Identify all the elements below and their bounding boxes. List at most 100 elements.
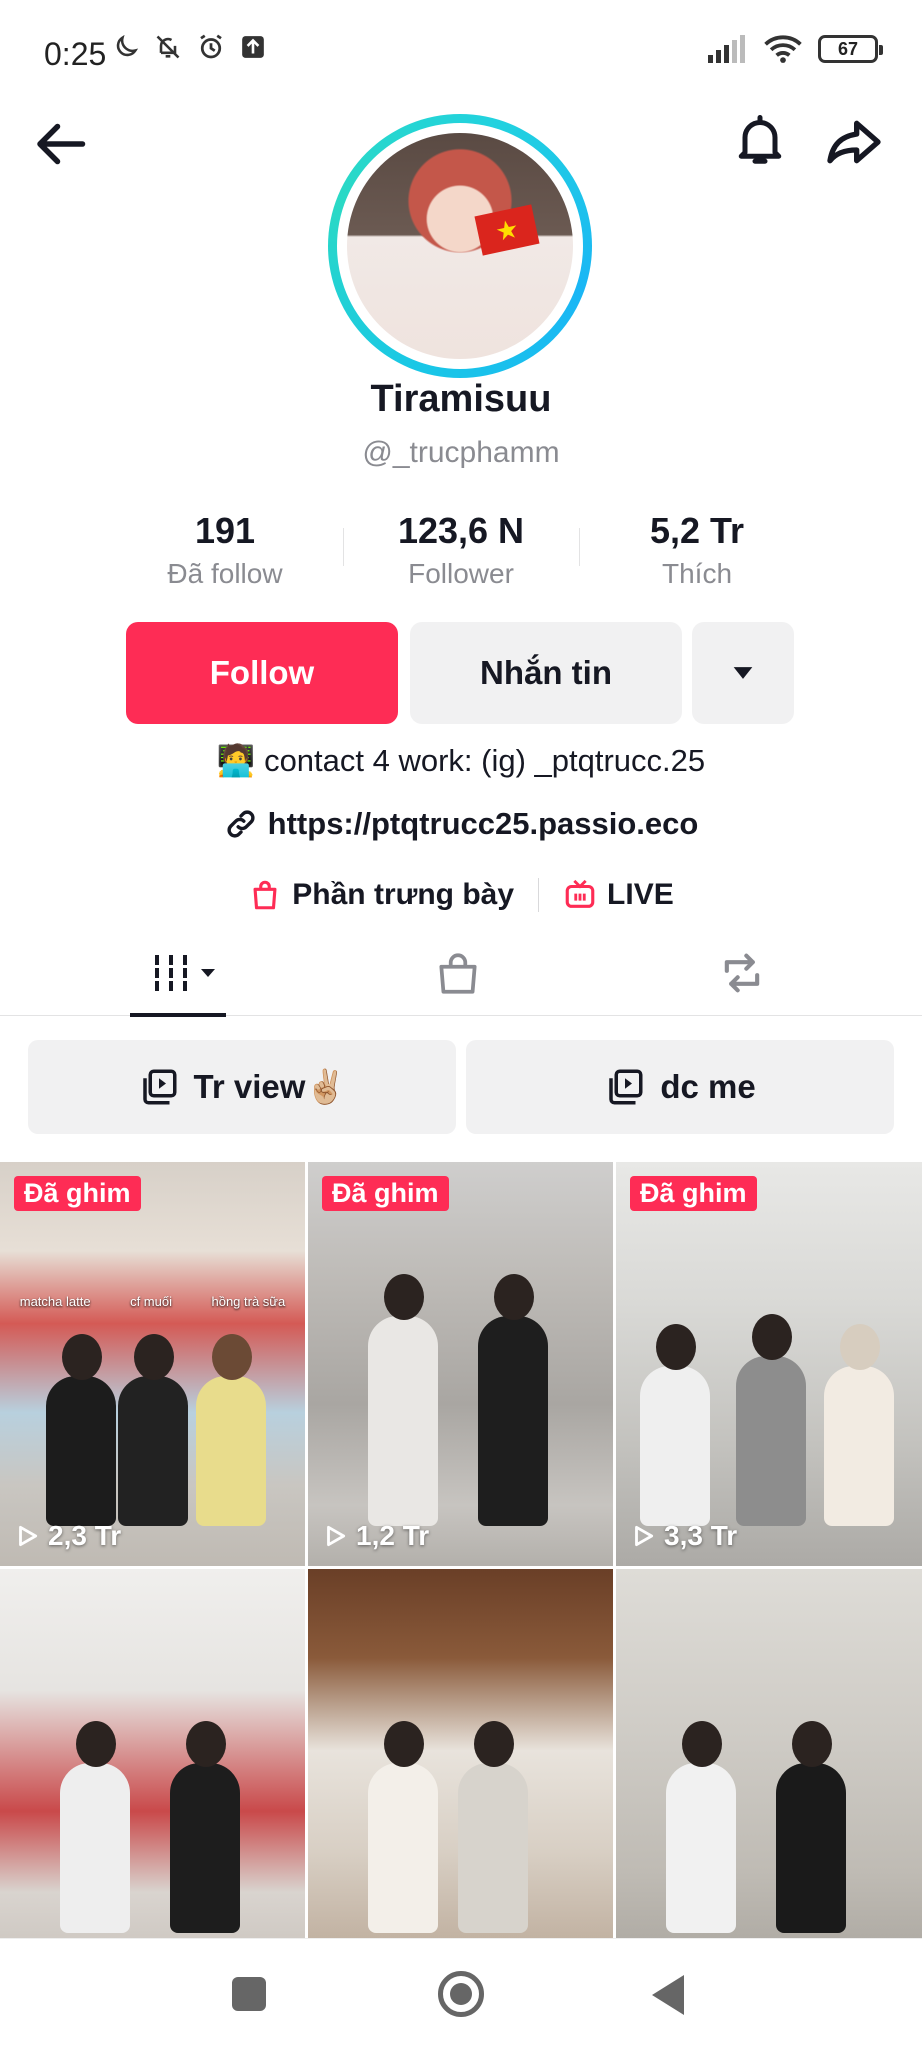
playlist-button[interactable]: dc me <box>466 1040 894 1134</box>
play-outline-icon <box>635 1525 654 1547</box>
video-thumbnail[interactable]: Đã ghim 3,3 Tr <box>616 1162 922 1566</box>
video-figure <box>478 1316 548 1526</box>
video-figure-head <box>494 1274 534 1320</box>
video-figure-head <box>62 1334 102 1380</box>
video-figure <box>118 1376 188 1526</box>
grid-icon <box>149 955 215 991</box>
pinned-badge: Đã ghim <box>322 1176 449 1211</box>
bell-icon <box>738 115 782 164</box>
video-figure <box>666 1763 736 1933</box>
username: @_trucphamm <box>362 436 560 469</box>
shopping-bag-icon <box>253 880 277 910</box>
tab-reposts[interactable] <box>682 930 802 1016</box>
stat-followers[interactable]: 123,6 N Follower <box>343 510 579 590</box>
playlist-label: Tr view✌🏼 <box>193 1067 347 1105</box>
stat-value: 191 <box>194 510 256 551</box>
view-count-text: 3,3 Tr <box>664 1520 738 1551</box>
video-figure-head <box>656 1324 696 1370</box>
video-thumbnail[interactable] <box>0 1569 305 1973</box>
playlist-icon <box>609 1069 643 1105</box>
view-count: 2,3 Tr <box>14 1520 121 1552</box>
content-tabs <box>0 930 922 1017</box>
suggested-accounts-button[interactable] <box>692 622 794 724</box>
video-figure <box>736 1356 806 1526</box>
stat-value: 123,6 N <box>397 510 525 551</box>
stat-label: Thích <box>661 558 733 589</box>
video-figure <box>776 1763 846 1933</box>
shopping-bag-icon <box>439 953 477 994</box>
moon-icon <box>116 34 139 57</box>
video-figure-head <box>76 1721 116 1767</box>
share-arrow-icon <box>827 120 881 164</box>
message-button[interactable]: Nhắn tin <box>410 622 682 724</box>
showcase-link[interactable]: Phần trưng bày <box>248 878 514 912</box>
video-figure <box>368 1316 438 1526</box>
system-back-button[interactable] <box>652 1975 684 2015</box>
profile-stats: 191 Đã follow 123,6 N Follower 5,2 Tr Th… <box>0 510 922 590</box>
share-button[interactable] <box>822 110 886 174</box>
home-button[interactable] <box>438 1971 484 2017</box>
live-link[interactable]: LIVE <box>563 878 674 912</box>
overlay-caption: hồng trà sữa <box>211 1294 286 1309</box>
overlay-caption: cf muối <box>130 1294 172 1309</box>
play-outline-icon <box>327 1525 346 1547</box>
video-thumbnail[interactable]: matcha latte cf muối hồng trà sữa Đã ghi… <box>0 1162 305 1566</box>
video-figure <box>824 1366 894 1526</box>
stat-likes[interactable]: 5,2 Tr Thích <box>579 510 815 590</box>
status-bar: 0:25 67 <box>0 0 922 104</box>
bio-text: contact 4 work: (ig) _ptqtrucc.25 <box>264 743 706 778</box>
caret-down-icon <box>733 667 753 679</box>
avatar[interactable]: ★ <box>347 133 573 359</box>
bio-emoji: 🧑‍💻 <box>216 743 256 778</box>
video-thumbnail[interactable]: Đã ghim 1,2 Tr <box>308 1162 613 1566</box>
playlist-button[interactable]: Tr view✌🏼 <box>28 1040 456 1134</box>
upload-icon <box>242 36 264 58</box>
recent-apps-button[interactable] <box>232 1977 266 2011</box>
follow-button[interactable]: Follow <box>126 622 398 724</box>
stat-value: 5,2 Tr <box>649 510 745 551</box>
video-figure-head <box>212 1334 252 1380</box>
tab-videos[interactable] <box>126 930 246 1017</box>
video-figure-head <box>682 1721 722 1767</box>
video-figure-head <box>752 1314 792 1360</box>
live-label: LIVE <box>607 878 674 911</box>
video-thumbnail[interactable] <box>308 1569 613 1973</box>
view-count: 3,3 Tr <box>630 1520 737 1552</box>
tab-shop[interactable] <box>398 930 518 1016</box>
video-figure-head <box>840 1324 880 1370</box>
playlist-label: dc me <box>660 1068 756 1105</box>
alarm-icon <box>200 34 222 59</box>
profile-extras: Phần trưng bày LIVE <box>0 878 922 912</box>
signal-icon <box>708 35 745 63</box>
video-figure <box>640 1366 710 1526</box>
bio-link[interactable]: https://ptqtrucc25.passio.eco <box>0 806 922 842</box>
view-count-text: 2,3 Tr <box>48 1520 122 1551</box>
divider <box>538 878 540 912</box>
stat-label: Đã follow <box>167 558 283 589</box>
wifi-icon <box>764 35 802 63</box>
video-thumbnail[interactable] <box>616 1569 922 1973</box>
system-navigation-bar <box>0 1938 922 2048</box>
back-button[interactable] <box>30 114 90 174</box>
video-figure <box>170 1763 240 1933</box>
bio-link-text[interactable]: https://ptqtrucc25.passio.eco <box>268 806 699 842</box>
status-time: 0:25 <box>44 36 107 72</box>
video-figure-head <box>474 1721 514 1767</box>
pinned-badge: Đã ghim <box>630 1176 757 1211</box>
video-figure-head <box>384 1721 424 1767</box>
video-figure <box>46 1376 116 1526</box>
video-overlay-text: matcha latte cf muối hồng trà sữa <box>0 1294 305 1309</box>
status-icons-left <box>112 32 266 62</box>
video-figure <box>368 1763 438 1933</box>
notification-button[interactable] <box>730 110 790 170</box>
battery-icon: 67 <box>818 35 883 63</box>
video-figure-head <box>792 1721 832 1767</box>
bell-off-icon <box>156 35 180 59</box>
stat-following[interactable]: 191 Đã follow <box>107 510 343 590</box>
stat-label: Follower <box>408 558 514 589</box>
view-count: 1,2 Tr <box>322 1520 429 1552</box>
bio: 🧑‍💻 contact 4 work: (ig) _ptqtrucc.25 <box>0 742 922 779</box>
video-grid: matcha latte cf muối hồng trà sữa Đã ghi… <box>0 1162 922 1973</box>
video-figure <box>196 1376 266 1526</box>
status-icons-right: 67 <box>708 34 883 64</box>
